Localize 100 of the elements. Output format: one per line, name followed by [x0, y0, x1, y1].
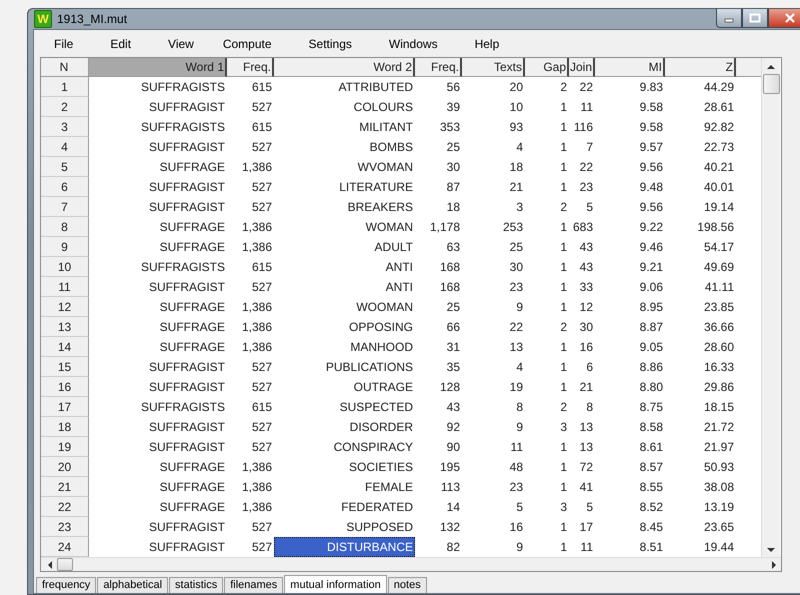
table-cell-text: 19: [508, 379, 524, 396]
table-cell-text: 8.75: [638, 399, 664, 416]
table-cell-text: LITERATURE: [338, 179, 414, 196]
row-number: 1: [41, 77, 89, 97]
table-cell-text: 8.55: [638, 479, 664, 496]
column-header[interactable]: Word 2: [274, 58, 415, 77]
table-cell-text: 41.11: [704, 279, 735, 296]
tab[interactable]: notes: [388, 577, 427, 593]
tab[interactable]: frequency: [36, 577, 96, 593]
table-cell-text: SUFFRAGISTS: [140, 119, 226, 136]
table-cell-text: 9: [515, 419, 524, 436]
table-cell-text: 9.48: [638, 179, 664, 196]
table-cell-text: 9.06: [638, 279, 664, 296]
table-cell-text: 54.17: [702, 239, 735, 256]
table-cell-text: 3: [559, 499, 568, 516]
table-cell-text: 44.29: [702, 79, 735, 96]
table-cell-text: 1,386: [240, 459, 273, 476]
table-cell-text: 253: [502, 219, 524, 236]
row-number: 7: [41, 197, 89, 217]
table-cell-text: SUFFRAGISTS: [140, 259, 226, 276]
maximize-icon: [749, 13, 761, 23]
table-cell-text: 116: [572, 119, 594, 136]
table-cell-text: 16.33: [702, 359, 735, 376]
column-header[interactable]: Z: [665, 58, 736, 77]
table-cell-text: 5: [585, 199, 594, 216]
table-cell-text: 1,386: [240, 159, 273, 176]
tab[interactable]: statistics: [169, 577, 224, 593]
table-cell-text: 8.61: [638, 439, 664, 456]
row-number: 21: [41, 477, 89, 497]
table-cell-text: WVOMAN: [356, 159, 414, 176]
table-cell-text: 527: [250, 199, 273, 216]
table-cell-text: 13: [578, 419, 594, 436]
column-header[interactable]: Word 1: [89, 58, 227, 77]
menu-item[interactable]: Settings: [308, 36, 352, 50]
table-cell-text: 1: [559, 439, 568, 456]
row-number: 14: [41, 337, 89, 357]
close-button[interactable]: [768, 9, 800, 28]
table-cell-text: 9.05: [638, 339, 664, 356]
table-cell-text: 30: [508, 259, 524, 276]
column-header[interactable]: Join: [569, 58, 595, 77]
menu-item[interactable]: Edit: [110, 36, 132, 50]
table-cell-text: 3: [515, 199, 524, 216]
row-number: 23: [41, 517, 89, 537]
column-header[interactable]: Freq.: [227, 58, 274, 77]
table-cell-text: 1: [559, 539, 568, 556]
table-cell-text: SUFFRAGIST: [148, 419, 226, 436]
table-cell-text: 11: [510, 439, 524, 456]
scroll-thumb[interactable]: [762, 74, 780, 94]
scroll-thumb[interactable]: [57, 558, 73, 571]
table-cell-text: 22: [578, 159, 594, 176]
table-cell-text: 43: [578, 239, 594, 256]
table-cell-text: 1: [559, 159, 568, 176]
table-cell-text: 10: [508, 99, 524, 116]
menu-item[interactable]: Help: [474, 36, 500, 50]
menu-item[interactable]: View: [168, 36, 194, 50]
table-cell-text: 20: [508, 79, 524, 96]
table-cell-text: SUFFRAGIST: [148, 379, 226, 396]
table-cell-text: 2: [559, 319, 568, 336]
table-cell-text: 23: [508, 479, 524, 496]
maximize-button[interactable]: [742, 9, 768, 28]
table-cell-text: 23: [508, 279, 524, 296]
row-number: 12: [41, 297, 89, 317]
table-cell-text: 72: [578, 459, 594, 476]
table-cell-text: SUFFRAGISTS: [140, 399, 226, 416]
table-cell-text: 2: [559, 199, 568, 216]
tab[interactable]: alphabetical: [97, 577, 168, 593]
menu-item[interactable]: File: [54, 36, 74, 50]
table-cell-text: 527: [250, 439, 273, 456]
row-number: 8: [41, 217, 89, 237]
table-cell-text: 1: [559, 139, 568, 156]
table-cell-text: 49.69: [702, 259, 735, 276]
menu-item[interactable]: Compute: [222, 36, 272, 50]
column-header[interactable]: MI: [595, 58, 665, 77]
table-cell-text: 8.51: [638, 539, 664, 556]
table-cell-text: 527: [250, 379, 273, 396]
table-cell-text: 5: [515, 499, 524, 516]
table-cell-text: 9.56: [638, 159, 664, 176]
table-cell-text: 527: [250, 279, 273, 296]
column-header[interactable]: Freq.: [415, 58, 462, 77]
table-cell-text: 25: [508, 239, 524, 256]
minimize-button[interactable]: [716, 9, 742, 28]
table-cell-text: 25: [446, 299, 461, 316]
table-cell-text: 66: [446, 319, 461, 336]
table-cell-text: 1,386: [240, 499, 273, 516]
column-header[interactable]: Gap: [525, 58, 569, 77]
row-number: 18: [41, 417, 89, 437]
tab[interactable]: mutual information: [284, 575, 387, 593]
horizontal-scrollbar[interactable]: [41, 557, 781, 571]
table-cell-text: SUFFRAGE: [158, 339, 226, 356]
column-header[interactable]: N: [41, 58, 89, 77]
vertical-scrollbar[interactable]: [761, 58, 780, 557]
table-cell-text: SUFFRAGIST: [148, 199, 226, 216]
table-cell-text: 1: [559, 279, 568, 296]
menu-item[interactable]: Windows: [388, 36, 438, 50]
column-header[interactable]: Texts: [462, 58, 525, 77]
tab[interactable]: filenames: [224, 577, 284, 593]
table-cell-text: 11: [580, 539, 594, 556]
close-icon: [784, 13, 796, 23]
table-cell-text: 1: [559, 99, 568, 116]
table-cell-text: 8: [515, 399, 524, 416]
